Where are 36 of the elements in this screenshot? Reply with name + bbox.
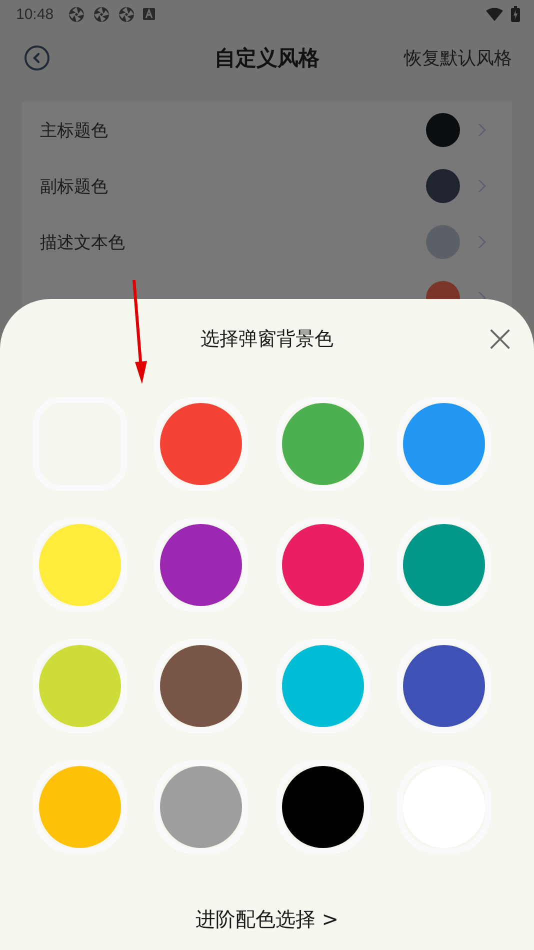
chevron-icon [478, 235, 486, 249]
chevron-icon [478, 123, 486, 137]
settings-row[interactable]: 主标题色 [22, 102, 512, 158]
reset-button[interactable]: 恢复默认风格 [404, 46, 512, 70]
color-swatch[interactable] [154, 639, 248, 733]
notification-icon [142, 8, 155, 20]
color-swatch[interactable] [276, 518, 370, 612]
chevron-icon [478, 179, 486, 193]
row-label: 主标题色 [40, 120, 109, 142]
page-title: 自定义风格 [214, 45, 320, 72]
color-swatch[interactable] [276, 760, 370, 854]
aperture-icon [92, 6, 110, 22]
advanced-color-link[interactable]: 进阶配色选择 > [195, 906, 339, 933]
color-swatch[interactable] [33, 518, 127, 612]
aperture-icon [118, 6, 135, 22]
color-swatch[interactable] [154, 760, 248, 854]
settings-row[interactable]: 描述文本色 [22, 214, 512, 270]
color-swatch[interactable] [276, 639, 370, 733]
color-swatch[interactable] [154, 518, 248, 612]
color-swatch[interactable] [276, 397, 370, 491]
color-swatch[interactable] [33, 760, 127, 854]
color-swatch[interactable] [154, 397, 248, 491]
color-swatch[interactable] [396, 639, 491, 733]
close-button[interactable]: × [480, 319, 520, 357]
sheet-title: 选择弹窗背景色 [200, 327, 334, 352]
color-swatch[interactable] [396, 397, 491, 491]
settings-row[interactable]: 副标题色 [22, 158, 512, 214]
row-label: 描述文本色 [40, 232, 126, 254]
back-icon[interactable] [24, 45, 50, 71]
row-label: 副标题色 [40, 176, 109, 198]
status-time: 10:48 [16, 6, 54, 22]
wifi-icon [486, 6, 503, 22]
battery-icon [511, 6, 520, 22]
color-swatch[interactable] [33, 639, 127, 733]
color-swatch[interactable] [396, 518, 491, 612]
aperture-icon [68, 6, 85, 22]
